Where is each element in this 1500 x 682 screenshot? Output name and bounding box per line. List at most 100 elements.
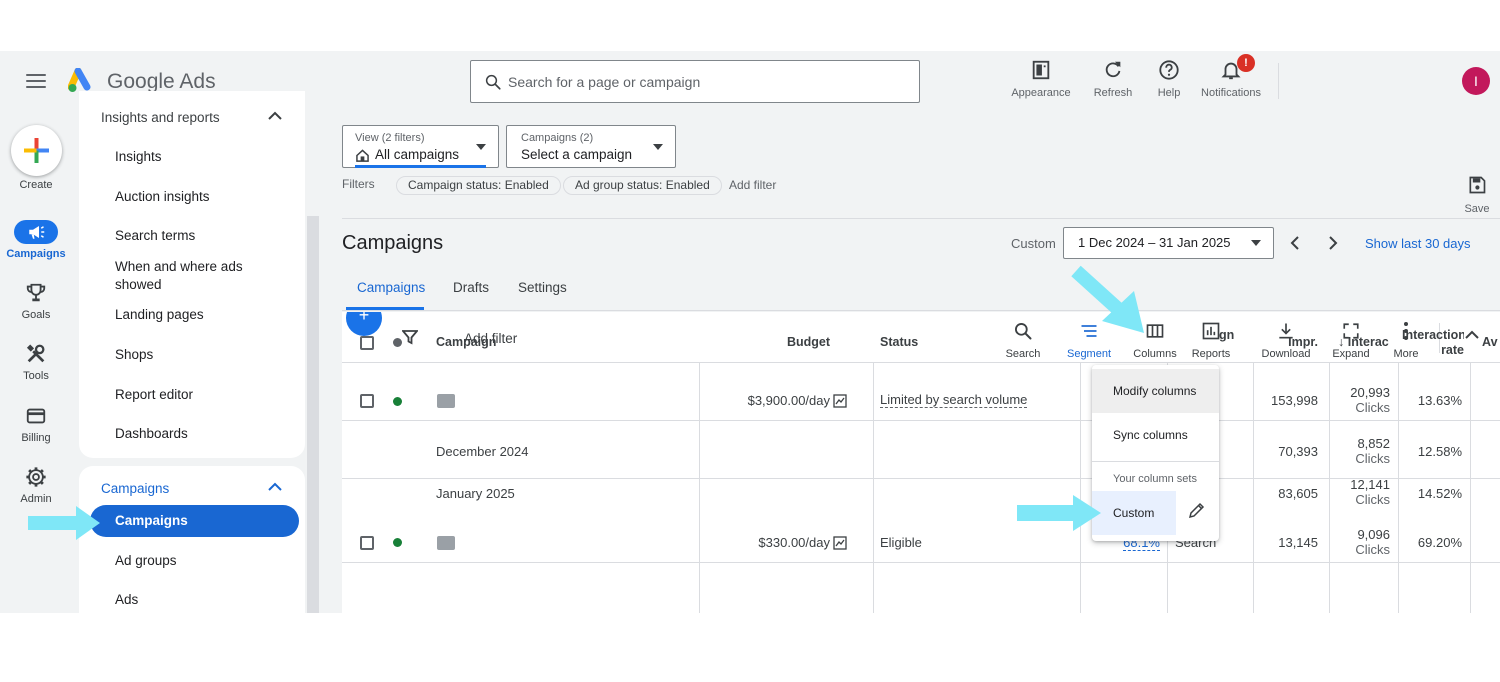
row1-interactions-value: 20,993 — [1350, 385, 1390, 400]
nav-section-campaigns-title[interactable]: Campaigns — [101, 481, 169, 496]
nav-item-campaigns[interactable]: Campaigns — [90, 505, 299, 537]
row3-interactions-unit: Clicks — [1355, 492, 1390, 507]
nav-item-dashboards[interactable]: Dashboards — [115, 425, 188, 443]
nav-item-ads[interactable]: Ads — [115, 591, 138, 609]
view-filter-select[interactable]: View (2 filters) All campaigns — [342, 125, 499, 168]
row2-interactions-unit: Clicks — [1355, 451, 1390, 466]
budget-chart-icon[interactable] — [833, 394, 847, 408]
row-checkbox[interactable] — [360, 394, 374, 408]
row-checkbox[interactable] — [360, 536, 374, 550]
campaign-select[interactable]: Campaigns (2) Select a campaign — [506, 125, 676, 168]
menu-sync-columns[interactable]: Sync columns — [1092, 413, 1219, 457]
col-header-impr[interactable]: Impr. — [1262, 335, 1318, 349]
show-last-30-days-link[interactable]: Show last 30 days — [1365, 236, 1471, 251]
edit-pencil-icon[interactable] — [1188, 501, 1206, 519]
select-all-checkbox[interactable] — [360, 336, 374, 350]
col-header-campaign[interactable]: Campaign — [436, 335, 496, 349]
row2-impr: 70,393 — [1278, 444, 1318, 459]
help-button[interactable]: Help — [1134, 58, 1204, 99]
table-divider — [342, 420, 1500, 421]
filter-funnel-icon[interactable] — [402, 329, 418, 345]
create-button[interactable] — [11, 125, 62, 176]
row1-status-text: Limited by search volume — [880, 392, 1028, 408]
chevron-up-icon[interactable] — [268, 111, 282, 121]
row3-rate: 14.52% — [1417, 486, 1462, 501]
date-range-picker[interactable]: 1 Dec 2024 – 31 Jan 2025 — [1063, 227, 1274, 259]
row4-rate: 69.20% — [1417, 535, 1462, 550]
col-header-interactions-label: Interac — [1347, 335, 1389, 349]
nav-panel-insights: Insights and reports Insights Auction in… — [79, 91, 305, 458]
campaigns-table-card: + Add filter Search Segment Columns Repo… — [342, 312, 1500, 613]
nav-item-auction-insights[interactable]: Auction insights — [115, 188, 210, 206]
account-avatar[interactable]: I — [1462, 67, 1490, 95]
chevron-up-icon[interactable] — [268, 482, 282, 492]
enabled-status-dot — [393, 538, 402, 547]
row1-rate: 13.63% — [1417, 393, 1462, 408]
nav-item-insights[interactable]: Insights — [115, 148, 162, 166]
tab-settings[interactable]: Settings — [518, 280, 567, 295]
annotation-arrow-icon — [28, 506, 100, 540]
row1-status[interactable]: Limited by search volume — [880, 392, 1028, 408]
nav-item-landing-pages[interactable]: Landing pages — [115, 306, 204, 324]
notifications-button[interactable]: ! Notifications — [1196, 54, 1266, 99]
rail-campaigns[interactable]: Campaigns — [0, 220, 72, 260]
col-header-campaign-type[interactable]: gn — [1219, 328, 1234, 342]
column-divider — [1329, 362, 1330, 613]
arrow-down-icon: ↓ — [1338, 335, 1348, 349]
col-header-budget[interactable]: Budget — [762, 335, 830, 349]
col-header-avg[interactable]: Av — [1482, 335, 1498, 349]
nav-item-when-where[interactable]: When and where ads showed — [115, 258, 265, 294]
appearance-icon — [1032, 60, 1050, 80]
col-header-status[interactable]: Status — [880, 335, 918, 349]
column-divider — [1398, 362, 1399, 613]
rail-goals[interactable]: Goals — [0, 281, 72, 321]
nav-scrollbar[interactable] — [307, 216, 319, 613]
rail-tools[interactable]: Tools — [0, 342, 72, 382]
status-header-dot — [393, 338, 402, 347]
filters-label: Filters — [342, 177, 375, 191]
tab-drafts[interactable]: Drafts — [453, 280, 489, 295]
nav-item-ad-groups[interactable]: Ad groups — [115, 552, 177, 570]
chevron-left-icon[interactable] — [1289, 235, 1301, 251]
google-ads-app: Google Ads Appearance Refresh Help ! Not… — [0, 51, 1500, 613]
rail-goals-label: Goals — [21, 309, 51, 321]
tab-campaigns[interactable]: Campaigns — [357, 280, 425, 295]
search-input[interactable] — [508, 71, 908, 93]
row2-rate: 12.58% — [1417, 444, 1462, 459]
menu-custom-column-set[interactable]: Custom — [1092, 491, 1176, 535]
add-campaign-button[interactable]: + — [346, 312, 382, 336]
menu-icon[interactable] — [26, 74, 46, 88]
nav-item-search-terms[interactable]: Search terms — [115, 227, 195, 245]
filter-chip-ad-group-status[interactable]: Ad group status: Enabled — [563, 176, 722, 195]
chevron-up-icon[interactable] — [1465, 330, 1479, 340]
global-search[interactable] — [470, 60, 920, 103]
save-icon — [1469, 176, 1486, 194]
campaign-select-count: Campaigns (2) — [521, 132, 594, 144]
col-header-interactions[interactable]: ↓ Interac — [1338, 335, 1396, 349]
menu-modify-columns[interactable]: Modify columns — [1092, 369, 1219, 413]
toolbar-reports-label: Reports — [1191, 348, 1231, 360]
caret-down-icon — [476, 144, 486, 150]
rail-billing[interactable]: Billing — [0, 404, 72, 444]
filter-chip-campaign-status[interactable]: Campaign status: Enabled — [396, 176, 561, 195]
col-header-rate-line1: Interaction — [1402, 328, 1464, 342]
date-range-type: Custom — [1011, 236, 1056, 251]
rail-admin[interactable]: Admin — [0, 465, 72, 505]
nav-item-report-editor[interactable]: Report editor — [115, 386, 193, 404]
budget-chart-icon[interactable] — [833, 536, 847, 550]
add-filter-link[interactable]: Add filter — [729, 178, 776, 192]
col-header-rate-line2: rate — [1441, 343, 1464, 357]
chevron-right-icon[interactable] — [1327, 235, 1339, 251]
toolbar-search-button[interactable]: Search — [991, 320, 1055, 360]
notifications-label: Notifications — [1201, 87, 1261, 99]
save-button[interactable]: Save — [1458, 175, 1496, 215]
rail-campaigns-label: Campaigns — [6, 248, 66, 260]
appearance-label: Appearance — [1011, 87, 1071, 99]
col-header-interaction-rate[interactable]: Interaction rate — [1402, 328, 1464, 358]
rail-billing-label: Billing — [21, 432, 51, 444]
row4-impr: 13,145 — [1278, 535, 1318, 550]
appearance-button[interactable]: Appearance — [1006, 58, 1076, 99]
column-divider — [699, 362, 700, 613]
nav-item-shops[interactable]: Shops — [115, 346, 153, 364]
nav-section-insights-title[interactable]: Insights and reports — [101, 110, 220, 125]
